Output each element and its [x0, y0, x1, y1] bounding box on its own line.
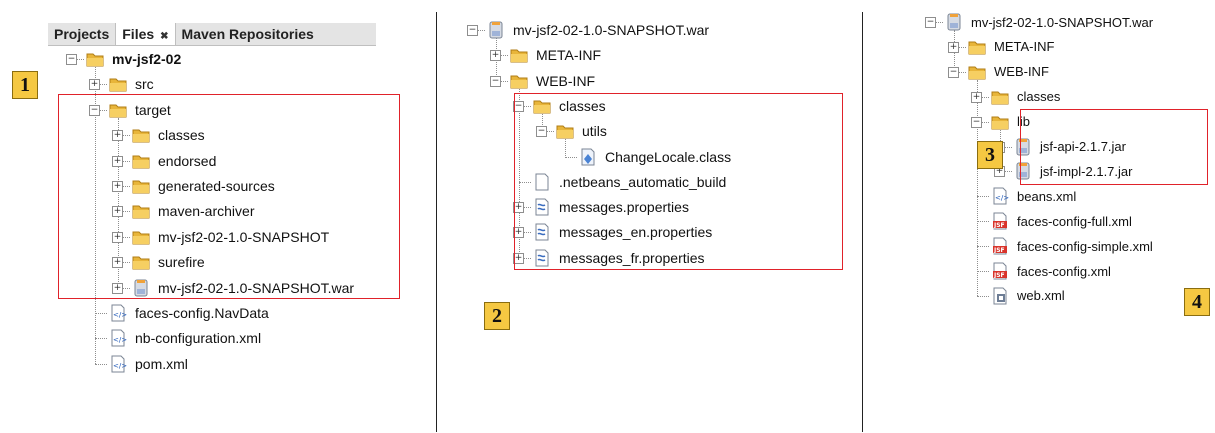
collapse-icon[interactable]: − [467, 25, 478, 36]
highlight-box-lib [1020, 109, 1208, 185]
collapse-icon[interactable]: − [925, 17, 936, 28]
tab-projects[interactable]: Projects [48, 23, 115, 45]
tree-node-label: classes [1017, 89, 1061, 105]
folder-icon [510, 46, 528, 64]
tab-label: Projects [54, 26, 110, 42]
tree-node[interactable]: </> faces-config.NavData [109, 301, 269, 325]
tab-bar: Projects Files ✖ Maven Repositories [48, 23, 376, 46]
tree-node[interactable]: WEB-INF [968, 60, 1049, 84]
svg-text:</>: </> [113, 311, 127, 319]
svg-text:JSF: JSF [993, 222, 1005, 229]
tree-node-label: faces-config-full.xml [1017, 213, 1132, 229]
jar-icon [945, 13, 963, 31]
callout-1: 1 [12, 71, 38, 99]
jsf-file-icon: JSF [991, 262, 1009, 280]
tree-node-label: META-INF [994, 39, 1055, 55]
callout-4: 4 [1184, 288, 1210, 316]
tree-connector [95, 313, 107, 314]
callout-2: 2 [484, 302, 510, 330]
tree-node[interactable]: mv-jsf2-02 [86, 47, 181, 71]
folder-icon [968, 63, 986, 81]
folder-icon [991, 113, 1009, 131]
tree-node-label: mv-jsf2-02-1.0-SNAPSHOT.war [513, 22, 710, 38]
svg-text:</>: </> [995, 194, 1009, 202]
tree-node-label: faces-config-simple.xml [1017, 238, 1153, 254]
tree-node-label: beans.xml [1017, 188, 1077, 204]
xml-file-icon: </> [109, 355, 127, 373]
tree-node[interactable]: web.xml [991, 284, 1065, 308]
tree-connector [977, 246, 989, 248]
tree-node[interactable]: src [109, 72, 154, 96]
tree-connector [977, 221, 989, 223]
tree-node[interactable]: META-INF [510, 43, 601, 67]
tree-node-label: WEB-INF [994, 64, 1049, 80]
collapse-icon[interactable]: − [948, 66, 959, 78]
tree-node[interactable]: </> beans.xml [991, 184, 1076, 208]
collapse-icon[interactable]: − [971, 116, 982, 128]
tab-files[interactable]: Files ✖ [115, 23, 176, 45]
collapse-icon[interactable]: − [490, 75, 501, 87]
highlight-box-target [58, 94, 400, 299]
jar-icon [487, 21, 505, 39]
tree-node-label: pom.xml [135, 355, 188, 372]
tree-node[interactable]: mv-jsf2-02-1.0-SNAPSHOT.war [945, 10, 1153, 34]
highlight-box-classes [514, 93, 843, 270]
tree-node-label: nb-configuration.xml [135, 330, 262, 347]
tree-node-label: mv-jsf2-02-1.0-SNAPSHOT.war [971, 14, 1154, 30]
tree-connector [95, 363, 107, 365]
jsf-file-icon: JSF [991, 237, 1009, 255]
tree-node-label: src [135, 76, 154, 93]
tree-node[interactable]: WEB-INF [510, 69, 595, 93]
tree-node[interactable]: JSF faces-config-full.xml [991, 209, 1132, 233]
tree-node-label: faces-config.NavData [135, 305, 269, 321]
tree-node[interactable]: mv-jsf2-02-1.0-SNAPSHOT.war [487, 18, 709, 42]
xml-file-icon: </> [109, 304, 127, 322]
panel-war-lib: − mv-jsf2-02-1.0-SNAPSHOT.war + META-INF − WE… [863, 0, 1215, 433]
svg-text:</>: </> [113, 362, 127, 370]
svg-text:</>: </> [113, 336, 127, 344]
tree-node-label: WEB-INF [536, 72, 596, 89]
panel-war-classes: − mv-jsf2-02-1.0-SNAPSHOT.war + META-INF − WE… [437, 0, 862, 433]
tree-node[interactable]: JSF faces-config.xml [991, 259, 1111, 283]
tree-guide [977, 79, 978, 296]
tab-maven-repositories[interactable]: Maven Repositories [176, 23, 320, 45]
tree-connector [977, 271, 989, 272]
tree-node[interactable]: classes [991, 85, 1060, 109]
webxml-file-icon [991, 287, 1009, 305]
folder-icon [109, 75, 127, 93]
xml-file-icon: </> [991, 187, 1009, 205]
tree-node-label: faces-config.xml [1017, 263, 1111, 279]
tab-label: Maven Repositories [181, 26, 314, 42]
panel-project-files: Projects Files ✖ Maven Repositories − mv-j… [0, 0, 435, 433]
close-icon[interactable]: ✖ [160, 31, 168, 42]
folder-icon [86, 50, 104, 68]
svg-text:JSF: JSF [993, 272, 1005, 279]
callout-3: 3 [977, 141, 1003, 169]
tab-label: Files [122, 26, 155, 42]
tree-node[interactable]: </> pom.xml [109, 352, 188, 376]
expand-icon[interactable]: + [490, 50, 501, 62]
expand-icon[interactable]: + [948, 41, 959, 53]
expand-icon[interactable]: + [971, 91, 982, 103]
tree-node-label: META-INF [536, 47, 602, 64]
tree-connector [95, 338, 107, 340]
tree-node[interactable]: JSF faces-config-simple.xml [991, 234, 1153, 258]
tree-connector [977, 295, 989, 297]
jsf-file-icon: JSF [991, 212, 1009, 230]
tree-node-label: web.xml [1017, 288, 1065, 304]
tree-connector [977, 196, 989, 198]
folder-icon [968, 38, 986, 56]
folder-icon [510, 72, 528, 90]
svg-text:JSF: JSF [993, 247, 1005, 254]
tree-node[interactable]: META-INF [968, 35, 1054, 59]
folder-icon [991, 88, 1009, 106]
xml-file-icon: </> [109, 329, 127, 347]
expand-icon[interactable]: + [89, 79, 100, 91]
collapse-icon[interactable]: − [66, 54, 77, 65]
tree-node[interactable]: </> nb-configuration.xml [109, 326, 261, 350]
tree-node-label: mv-jsf2-02 [112, 51, 182, 67]
